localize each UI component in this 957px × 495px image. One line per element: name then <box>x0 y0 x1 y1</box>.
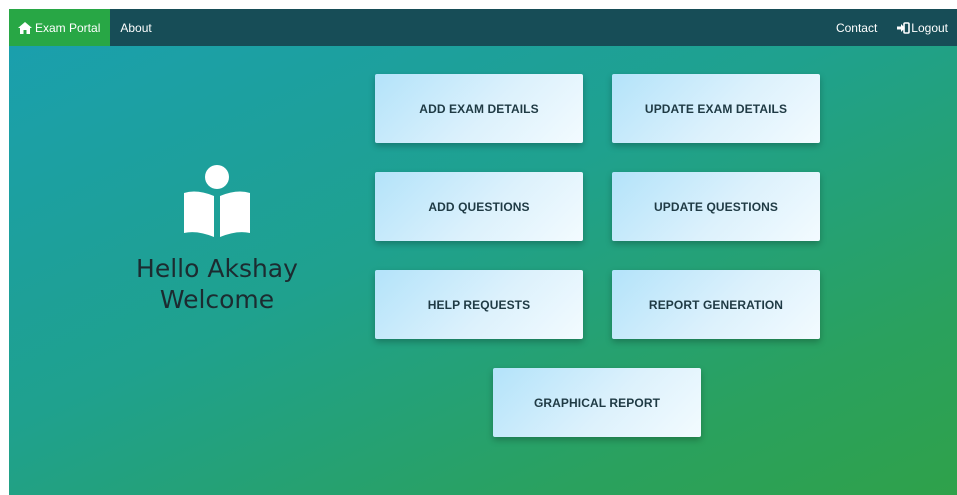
nav-right: Contact Logout <box>826 9 957 46</box>
contact-link[interactable]: Contact <box>826 9 887 46</box>
add-questions-button[interactable]: ADD QUESTIONS <box>375 172 583 241</box>
report-generation-button[interactable]: REPORT GENERATION <box>612 270 820 339</box>
add-exam-details-button[interactable]: ADD EXAM DETAILS <box>375 74 583 143</box>
logout-icon <box>897 21 911 34</box>
graphical-report-button[interactable]: GRAPHICAL REPORT <box>493 368 701 437</box>
update-questions-button[interactable]: UPDATE QUESTIONS <box>612 172 820 241</box>
add-questions-label: ADD QUESTIONS <box>428 199 530 214</box>
add-exam-details-label: ADD EXAM DETAILS <box>419 101 539 116</box>
greeting-text: Hello Akshay <box>136 254 298 283</box>
contact-label: Contact <box>835 20 878 35</box>
brand-label: Exam Portal <box>35 20 101 35</box>
about-label: About <box>120 20 152 35</box>
welcome-panel: Hello Akshay Welcome <box>117 163 317 315</box>
graphical-report-label: GRAPHICAL REPORT <box>533 395 661 410</box>
help-requests-button[interactable]: HELP REQUESTS <box>375 270 583 339</box>
help-requests-label: HELP REQUESTS <box>427 297 531 312</box>
update-exam-details-button[interactable]: UPDATE EXAM DETAILS <box>612 74 820 143</box>
update-questions-label: UPDATE QUESTIONS <box>653 199 779 214</box>
navbar: Exam Portal About Contact Logout <box>9 9 957 46</box>
app-frame: Exam Portal About Contact Logout Hello A… <box>9 9 957 495</box>
logout-link[interactable]: Logout <box>887 9 957 46</box>
update-exam-details-label: UPDATE EXAM DETAILS <box>644 101 788 116</box>
reader-icon <box>184 165 250 237</box>
welcome-text: Welcome <box>159 285 275 314</box>
report-generation-label: REPORT GENERATION <box>648 297 784 312</box>
about-link[interactable]: About <box>110 9 161 46</box>
brand-link[interactable]: Exam Portal <box>9 9 111 46</box>
logout-label: Logout <box>911 20 948 35</box>
home-icon <box>18 21 32 34</box>
